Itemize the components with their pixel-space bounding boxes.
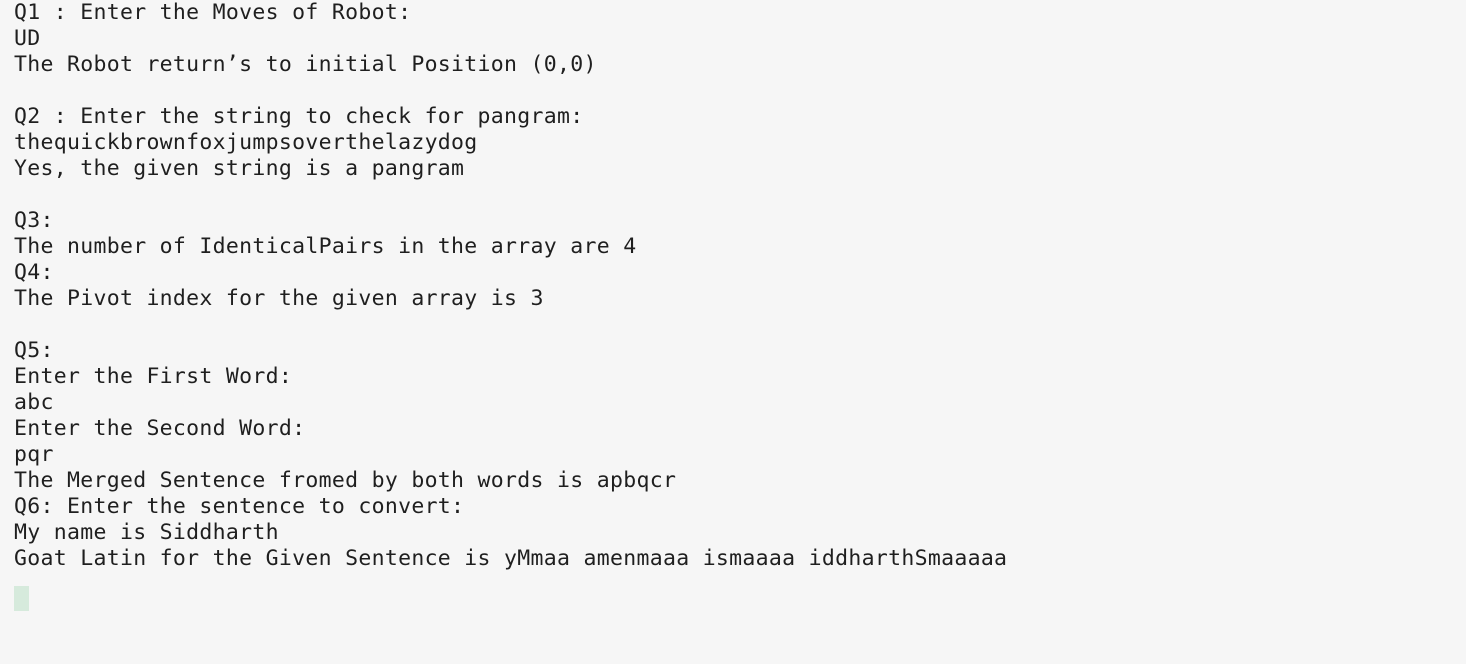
- console-line: Q5:: [14, 338, 54, 363]
- console-line: Q6: Enter the sentence to convert:: [14, 494, 465, 519]
- console-line: The Merged Sentence fromed by both words…: [14, 468, 677, 493]
- console-input-row[interactable]: [14, 586, 1466, 612]
- console-line: Q3:: [14, 208, 54, 233]
- console-line: pqr: [14, 442, 54, 467]
- console-line: Q1 : Enter the Moves of Robot:: [14, 0, 412, 25]
- console-line: UD: [14, 26, 41, 51]
- console-line: thequickbrownfoxjumpsoverthelazydog: [14, 130, 478, 155]
- console-line: Q4:: [14, 260, 54, 285]
- console-line: abc: [14, 390, 54, 415]
- console-line: Q2 : Enter the string to check for pangr…: [14, 104, 584, 129]
- console-line: Enter the First Word:: [14, 364, 293, 389]
- console-line: Goat Latin for the Given Sentence is yMm…: [14, 546, 1008, 571]
- console-line: Enter the Second Word:: [14, 416, 306, 441]
- console-line: The number of IdenticalPairs in the arra…: [14, 234, 637, 259]
- console-line: My name is Siddharth: [14, 520, 279, 545]
- console-output[interactable]: Q1 : Enter the Moves of Robot: UD The Ro…: [0, 0, 1466, 664]
- text-cursor[interactable]: [14, 586, 29, 611]
- console-line: The Pivot index for the given array is 3: [14, 286, 544, 311]
- console-line: The Robot return’s to initial Position (…: [14, 52, 597, 77]
- console-line: Yes, the given string is a pangram: [14, 156, 465, 181]
